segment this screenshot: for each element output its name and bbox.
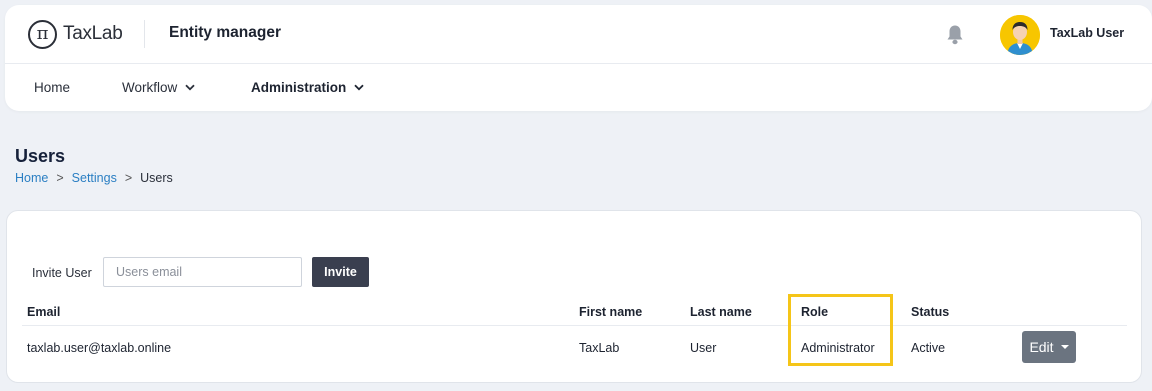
breadcrumb-separator: > bbox=[124, 171, 133, 185]
page-title: Users bbox=[15, 146, 66, 166]
main-nav: Home Workflow Administration bbox=[5, 65, 1152, 111]
user-name[interactable]: TaxLab User bbox=[1050, 26, 1124, 40]
breadcrumb-separator: > bbox=[56, 171, 64, 185]
cell-first-name: TaxLab bbox=[579, 341, 620, 355]
invite-user-label: Invite User bbox=[32, 266, 92, 280]
invite-email-input[interactable] bbox=[103, 257, 302, 287]
app-title: Entity manager bbox=[169, 24, 281, 41]
caret-down-icon bbox=[1060, 345, 1069, 349]
cell-status: Active bbox=[911, 341, 946, 355]
nav-item-label: Workflow bbox=[122, 80, 178, 95]
nav-item-workflow[interactable]: Workflow bbox=[122, 80, 195, 95]
column-header-role: Role bbox=[801, 305, 829, 319]
cell-role: Administrator bbox=[801, 341, 875, 355]
app-header: π TaxLab Entity manager TaxLab User bbox=[5, 5, 1152, 64]
nav-item-administration[interactable]: Administration bbox=[251, 80, 364, 95]
edit-button-label: Edit bbox=[1029, 339, 1054, 355]
header-divider bbox=[144, 20, 145, 48]
invite-button[interactable]: Invite bbox=[312, 257, 369, 287]
nav-item-label: Home bbox=[34, 80, 71, 95]
edit-button[interactable]: Edit bbox=[1022, 331, 1076, 363]
chevron-down-icon bbox=[185, 84, 195, 91]
bell-icon[interactable] bbox=[945, 24, 965, 46]
column-header-status: Status bbox=[911, 305, 950, 319]
users-card: Invite User Invite Email First name Last… bbox=[6, 210, 1142, 383]
column-header-last-name: Last name bbox=[690, 305, 752, 319]
breadcrumb-current: Users bbox=[140, 171, 173, 185]
user-avatar[interactable] bbox=[1000, 15, 1040, 55]
breadcrumb-settings-link[interactable]: Settings bbox=[72, 171, 117, 185]
pi-logo-icon: π bbox=[28, 19, 57, 49]
logo-text: TaxLab bbox=[63, 23, 123, 44]
table-header-divider bbox=[22, 325, 1127, 326]
column-header-first-name: First name bbox=[579, 305, 643, 319]
cell-last-name: User bbox=[690, 341, 717, 355]
breadcrumb: Home > Settings > Users bbox=[15, 171, 173, 185]
breadcrumb-home-link[interactable]: Home bbox=[15, 171, 48, 185]
top-header-card: π TaxLab Entity manager TaxLab User Home bbox=[5, 5, 1152, 111]
column-header-email: Email bbox=[27, 305, 61, 319]
person-icon bbox=[1000, 15, 1040, 55]
nav-item-label: Administration bbox=[251, 80, 347, 95]
nav-item-home[interactable]: Home bbox=[34, 80, 70, 95]
chevron-down-icon bbox=[354, 84, 364, 91]
taxlab-logo[interactable]: π TaxLab bbox=[28, 19, 123, 49]
cell-email: taxlab.user@taxlab.online bbox=[27, 341, 172, 355]
